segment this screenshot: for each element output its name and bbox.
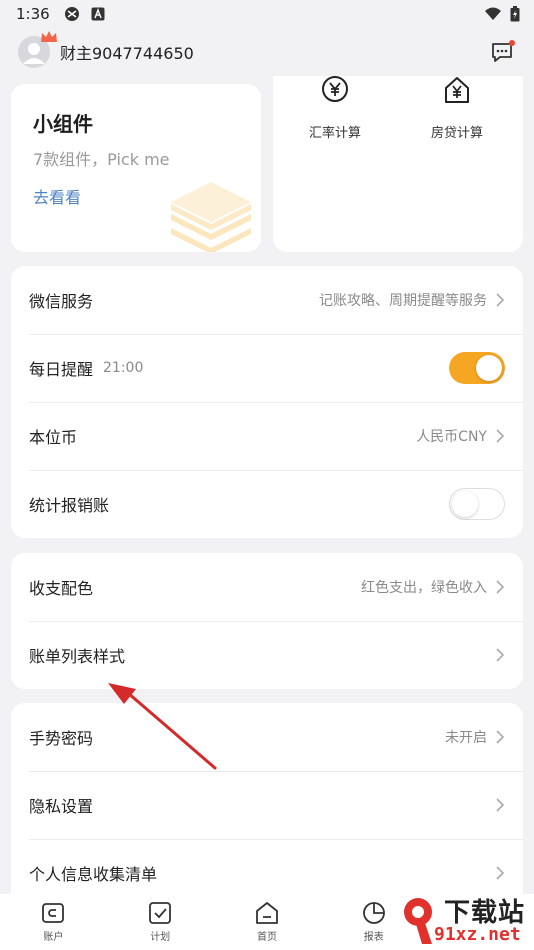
row-bill-list-style[interactable]: 账单列表样式 bbox=[11, 621, 523, 689]
status-bar: 1:36 bbox=[0, 0, 534, 28]
row-reimbursement[interactable]: 统计报销账 bbox=[11, 470, 523, 538]
report-icon bbox=[362, 902, 385, 924]
nav-label: 计划 bbox=[150, 932, 171, 943]
network-icon bbox=[64, 6, 80, 22]
row-label: 每日提醒 bbox=[29, 360, 94, 379]
nav-account[interactable]: 账户 bbox=[0, 894, 107, 950]
settings-group-general: 微信服务 记账攻略、周期提醒等服务 每日提醒 21:00 本位币 人民币CNY … bbox=[11, 266, 523, 538]
account-icon bbox=[42, 903, 65, 923]
settings-group-security: 手势密码 未开启 隐私设置 个人信息收集清单 bbox=[11, 703, 523, 897]
widget-card[interactable]: 小组件 7款组件，Pick me 去看看 bbox=[11, 84, 261, 252]
row-base-currency[interactable]: 本位币 人民币CNY bbox=[11, 402, 523, 470]
crown-icon bbox=[41, 31, 57, 42]
row-label: 手势密码 bbox=[29, 729, 94, 748]
row-label: 个人信息收集清单 bbox=[29, 865, 158, 884]
row-personal-info-list[interactable]: 个人信息收集清单 bbox=[11, 839, 523, 897]
chevron-right-icon bbox=[496, 429, 505, 443]
row-value: 记账攻略、周期提醒等服务 bbox=[319, 293, 487, 309]
row-value: 未开启 bbox=[445, 730, 487, 746]
row-gesture-password[interactable]: 手势密码 未开启 bbox=[11, 703, 523, 771]
avatar[interactable] bbox=[18, 31, 57, 68]
nav-report[interactable]: 报表 bbox=[320, 894, 427, 950]
row-label: 微信服务 bbox=[29, 292, 94, 311]
row-label: 账单列表样式 bbox=[29, 647, 126, 666]
reimbursement-toggle[interactable] bbox=[449, 488, 505, 520]
daily-reminder-toggle[interactable] bbox=[449, 352, 505, 384]
message-button[interactable] bbox=[490, 40, 516, 64]
a-letter-icon bbox=[90, 6, 106, 22]
yen-circle-icon bbox=[322, 76, 348, 102]
chevron-right-icon bbox=[496, 866, 505, 880]
row-value: 人民币CNY bbox=[416, 429, 487, 445]
row-daily-reminder[interactable]: 每日提醒 21:00 bbox=[11, 334, 523, 402]
tool-mortgage[interactable]: 房贷计算 bbox=[397, 76, 517, 141]
chevron-right-icon bbox=[496, 648, 505, 662]
row-wechat-service[interactable]: 微信服务 记账攻略、周期提醒等服务 bbox=[11, 266, 523, 334]
row-label: 隐私设置 bbox=[29, 797, 94, 816]
bottom-nav: 账户 计划 首页 报表 bbox=[0, 894, 534, 950]
chevron-right-icon bbox=[496, 293, 505, 307]
nav-plan[interactable]: 计划 bbox=[107, 894, 214, 950]
home-icon bbox=[256, 902, 278, 924]
row-privacy-settings[interactable]: 隐私设置 bbox=[11, 771, 523, 839]
message-badge bbox=[509, 40, 515, 46]
nav-label: 账户 bbox=[43, 932, 64, 943]
widget-subtitle: 7款组件，Pick me bbox=[33, 150, 170, 169]
chevron-right-icon bbox=[496, 580, 505, 594]
chevron-right-icon bbox=[496, 798, 505, 812]
row-label: 统计报销账 bbox=[29, 496, 110, 515]
layers-decoration-icon bbox=[171, 182, 251, 252]
tool-exchange-rate[interactable]: 汇率计算 bbox=[275, 76, 395, 141]
tool-label: 汇率计算 bbox=[308, 126, 361, 141]
reminder-time[interactable]: 21:00 bbox=[103, 360, 143, 376]
status-time: 1:36 bbox=[16, 5, 50, 23]
widget-title: 小组件 bbox=[33, 112, 93, 136]
nav-home[interactable]: 首页 bbox=[214, 894, 321, 950]
row-color-scheme[interactable]: 收支配色 红色支出，绿色收入 bbox=[11, 553, 523, 621]
chat-bubble-icon bbox=[492, 40, 515, 62]
row-value: 红色支出，绿色收入 bbox=[361, 580, 487, 596]
row-label: 收支配色 bbox=[29, 579, 94, 598]
nav-label: 报表 bbox=[363, 932, 384, 943]
row-label: 本位币 bbox=[29, 428, 78, 447]
widget-link[interactable]: 去看看 bbox=[33, 184, 81, 208]
battery-icon bbox=[510, 6, 520, 26]
nav-empty-slot bbox=[427, 894, 534, 950]
tools-card: 汇率计算 房贷计算 bbox=[273, 76, 523, 252]
plan-icon bbox=[149, 902, 172, 924]
settings-group-display: 收支配色 红色支出，绿色收入 账单列表样式 bbox=[11, 553, 523, 689]
tool-label: 房贷计算 bbox=[430, 126, 483, 141]
yen-house-icon bbox=[445, 77, 469, 103]
wifi-icon bbox=[484, 7, 502, 25]
chevron-right-icon bbox=[496, 730, 505, 744]
nav-label: 首页 bbox=[256, 932, 277, 943]
username[interactable]: 财主9047744650 bbox=[60, 40, 194, 64]
profile-header: 财主9047744650 bbox=[0, 28, 534, 76]
